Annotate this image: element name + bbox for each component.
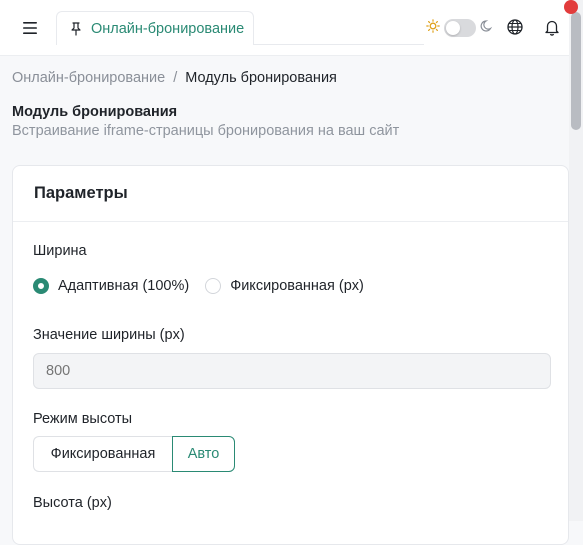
height-mode-segmented: Фиксированная Авто — [33, 436, 235, 472]
width-option-adaptive[interactable]: Адаптивная (100%) — [33, 278, 189, 294]
page-subtitle: Встраивание iframe-страницы бронирования… — [12, 123, 400, 139]
tab-label: Онлайн-бронирование — [91, 20, 245, 37]
globe-icon[interactable] — [506, 18, 526, 38]
theme-switch-knob — [446, 21, 460, 35]
tab-online-booking[interactable]: Онлайн-бронирование — [56, 11, 254, 45]
theme-toggle[interactable] — [426, 17, 496, 39]
theme-switch[interactable] — [444, 19, 476, 37]
sun-icon — [426, 18, 440, 38]
bell-icon[interactable] — [543, 18, 563, 38]
params-card-title: Параметры — [34, 184, 128, 202]
params-card-header: Параметры — [13, 166, 568, 222]
height-label: Высота (px) — [33, 495, 112, 511]
moon-icon — [480, 19, 494, 38]
notification-badge — [564, 0, 578, 14]
radio-fixed[interactable] — [205, 278, 222, 294]
pin-icon[interactable] — [69, 21, 83, 36]
radio-adaptive-label: Адаптивная (100%) — [58, 278, 190, 294]
breadcrumb: Онлайн-бронирование / Модуль бронировани… — [12, 70, 337, 86]
radio-fixed-label: Фиксированная (px) — [230, 278, 364, 294]
hamburger-menu-icon[interactable] — [18, 16, 42, 40]
height-mode-auto-button[interactable]: Авто — [172, 436, 235, 472]
breadcrumb-current: Модуль бронирования — [185, 70, 337, 86]
breadcrumb-separator: / — [173, 70, 178, 86]
width-value-input[interactable] — [33, 353, 551, 389]
breadcrumb-parent-link[interactable]: Онлайн-бронирование — [12, 70, 165, 86]
scrollbar-thumb[interactable] — [571, 12, 581, 130]
page-title: Модуль бронирования — [12, 104, 178, 120]
height-mode-fixed-button[interactable]: Фиксированная — [33, 436, 172, 472]
tab-strip-divider — [254, 44, 424, 45]
width-radio-group: Адаптивная (100%) Фиксированная (px) — [33, 278, 380, 294]
radio-adaptive[interactable] — [33, 278, 49, 294]
height-mode-label: Режим высоты — [33, 411, 133, 427]
width-label: Ширина — [33, 243, 87, 259]
top-bar: Онлайн-бронирование — [0, 0, 583, 56]
width-option-fixed[interactable]: Фиксированная (px) — [205, 278, 364, 294]
params-card: Параметры Ширина Адаптивная (100%) Фикси… — [12, 165, 569, 545]
width-value-label: Значение ширины (px) — [33, 327, 185, 343]
